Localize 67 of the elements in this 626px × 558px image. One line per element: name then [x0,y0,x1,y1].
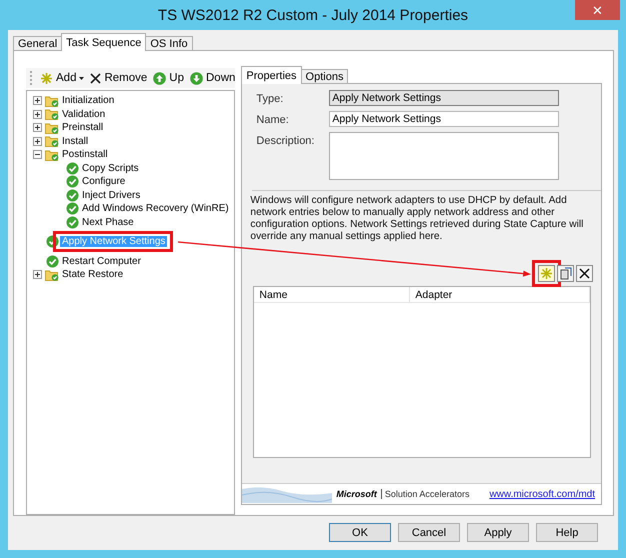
document-icon [560,267,572,280]
input-field[interactable]: Apply Network Settings [329,111,560,127]
expand-icon[interactable] [33,110,42,119]
column-header[interactable]: Name [254,287,410,303]
expand-icon[interactable] [33,123,42,132]
window-title: TS WS2012 R2 Custom - July 2014 Properties [158,6,468,24]
tab[interactable]: Properties [241,66,302,84]
expand-icon[interactable] [33,136,42,146]
website-link[interactable]: www.microsoft.com/mdt [489,488,596,500]
field-label: Name: [256,113,290,126]
check-circle-icon [46,235,59,248]
sparkle-icon [40,72,53,84]
dialog-button[interactable]: Help [536,523,598,542]
dialog-button[interactable]: Cancel [398,523,460,542]
field-label: Description: [256,134,316,147]
collapse-icon[interactable] [33,150,42,160]
dialog-button[interactable]: Apply [467,523,529,542]
tree-item[interactable]: Validation [60,108,108,120]
close-icon [579,268,590,279]
caret-icon [79,76,84,80]
tree-item[interactable]: Initialization [60,95,116,106]
expand-icon[interactable] [33,96,42,106]
check-circle-icon [66,216,79,229]
arrow-down-icon [190,72,203,84]
toolbar-button[interactable] [557,265,574,282]
check-circle-icon [66,162,79,175]
tab[interactable]: OS Info [145,36,193,51]
tree-item[interactable]: Add Windows Recovery (WinRE) [80,203,231,214]
info-text: Windows will configure network adapters to use DHCP by default. Add network entries below to manually apply network address and other configuration options. Network Settings retrieved during State Capture will override any manual settings applied here. [250,195,584,243]
tab[interactable]: Options [300,69,348,84]
toolbar-button[interactable]: Remove [90,72,148,84]
close-icon [90,72,102,84]
tree-item[interactable]: Copy Scripts [80,162,141,174]
toolbar-button[interactable]: Up [153,72,184,84]
folder-check-icon [45,135,59,148]
toolbar-button[interactable]: Down [190,72,236,84]
check-circle-icon [46,254,59,268]
tree-item[interactable]: Inject Drivers [80,190,142,201]
check-circle-icon [66,202,79,216]
brand-logo: Microsoft [336,489,377,499]
tab[interactable]: General [13,36,62,51]
sparkle-icon [540,267,554,280]
toolbar-button[interactable] [576,265,594,282]
close-button[interactable]: ✕ [575,0,620,20]
product-name: Solution Accelerators [380,489,470,499]
column-header[interactable]: Adapter [410,287,590,303]
tree-item[interactable]: Postinstall [60,149,110,160]
folder-check-icon [45,148,59,161]
tree-item[interactable]: State Restore [60,269,126,280]
folder-check-icon [45,94,59,107]
toolbar-button[interactable]: Add [40,72,84,84]
dialog-button[interactable]: OK [329,523,391,542]
tree-item[interactable]: Configure [80,176,128,188]
input-field[interactable] [329,132,560,180]
tree-item[interactable]: Next Phase [80,216,136,228]
tree-item[interactable]: Preinstall [60,122,106,134]
folder-check-icon [45,108,59,120]
arrow-up-icon [153,72,166,84]
folder-check-icon [45,122,59,134]
check-circle-icon [66,188,79,202]
tab[interactable]: Task Sequence [61,33,146,51]
expand-icon[interactable] [33,270,42,280]
field-label: Type: [256,92,284,105]
tree-item[interactable]: Install [60,136,90,147]
tree-item[interactable]: Restart Computer [60,256,143,267]
check-circle-icon [66,175,79,188]
folder-check-icon [45,268,59,281]
